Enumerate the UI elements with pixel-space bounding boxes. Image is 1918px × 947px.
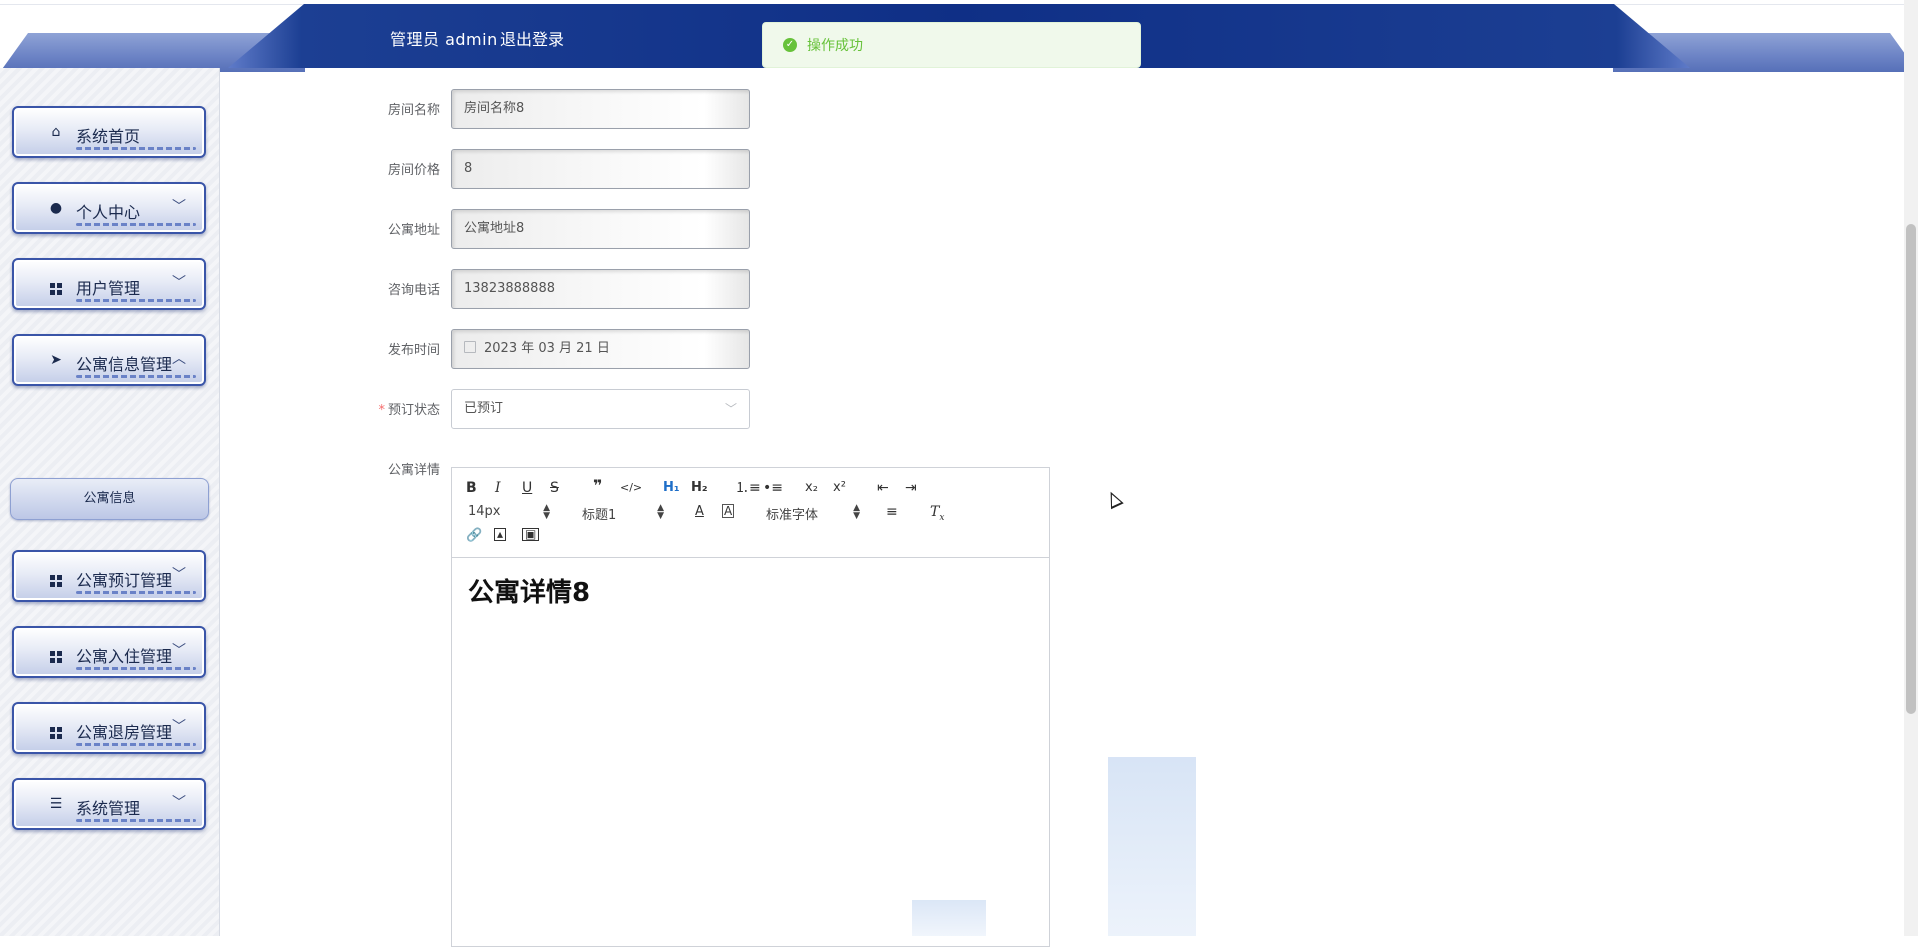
sidebar-item-profile[interactable]: ● 个人中心 ﹀: [12, 182, 206, 234]
subscript-icon[interactable]: x₂: [805, 480, 818, 496]
check-circle-icon: ✓: [783, 38, 797, 52]
font-color-icon[interactable]: A: [695, 504, 704, 520]
sidebar-item-system[interactable]: ☰ 系统管理 ﹀: [12, 778, 206, 830]
phone-label: 咨询电话: [387, 283, 440, 298]
font-size-value: 14px: [468, 504, 501, 519]
bold-icon[interactable]: B: [466, 480, 477, 496]
page-scrollbar[interactable]: [1904, 0, 1918, 936]
sidebar-item-users[interactable]: 用户管理 ﹀: [12, 258, 206, 310]
grid-icon: [48, 644, 64, 663]
booking-status-select[interactable]: 已预订 ﹀: [451, 389, 750, 429]
h2-icon[interactable]: H₂: [691, 480, 708, 496]
sidebar-item-home[interactable]: ⌂ 系统首页: [12, 106, 206, 158]
updown-icon: ▲ ▼: [657, 503, 664, 521]
toast-message: 操作成功: [807, 38, 863, 54]
sidebar-item-apartment-info[interactable]: ➤ 公寓信息管理 ︿: [12, 334, 206, 386]
sidebar-item-label: 公寓预订管理: [76, 571, 173, 590]
sidebar-item-label: 系统首页: [76, 127, 141, 146]
code-block-icon[interactable]: </>: [620, 480, 642, 496]
address-input[interactable]: 公寓地址8: [451, 209, 750, 249]
clear-format-icon[interactable]: Tx: [930, 504, 944, 526]
details-label: 公寓详情: [387, 463, 440, 478]
address-label: 公寓地址: [387, 223, 440, 238]
sidebar-item-label: 系统管理: [76, 799, 141, 818]
booking-status-value: 已预订: [464, 401, 504, 416]
sidebar-item-checkout[interactable]: 公寓退房管理 ﹀: [12, 702, 206, 754]
italic-icon[interactable]: I: [495, 480, 501, 496]
font-size-select[interactable]: 14px ▲ ▼: [468, 503, 550, 521]
image-icon[interactable]: ▴: [494, 528, 507, 541]
sidebar: ⌂ 系统首页 ● 个人中心 ﹀ 用户管理 ﹀ ➤ 公寓信息管理 ︿ 公寓信息 公…: [0, 68, 220, 936]
rich-text-editor: B I U S ❞ </> H₁ H₂ ⒈≡ •≡ x₂ x² ⇤ ⇥ 14px…: [451, 467, 1050, 947]
chevron-down-icon: ﹀: [172, 719, 186, 735]
sidebar-item-label: 用户管理: [76, 279, 141, 298]
header-user-label: 管理员 admin: [390, 30, 498, 49]
home-icon: ⌂: [51, 124, 61, 140]
grid-icon: [48, 568, 64, 587]
room-price-input[interactable]: 8: [451, 149, 750, 189]
user-icon: ●: [49, 200, 63, 216]
booking-status-label-text: 预订状态: [387, 403, 440, 418]
superscript-icon[interactable]: x²: [833, 480, 846, 496]
mouse-cursor-icon: [1104, 488, 1124, 510]
sliders-icon: ☰: [49, 796, 63, 812]
calendar-icon: [464, 341, 476, 353]
sidebar-item-label: 公寓入住管理: [76, 647, 173, 666]
heading-select[interactable]: 标题1 ▲ ▼: [582, 503, 664, 524]
phone-input[interactable]: 13823888888: [451, 269, 750, 309]
sidebar-item-label: 公寓退房管理: [76, 723, 173, 742]
submenu-item-apartment-info[interactable]: 公寓信息: [10, 478, 209, 520]
video-icon[interactable]: ▣: [522, 528, 540, 541]
chevron-down-icon: ﹀: [172, 275, 186, 291]
editor-toolbar: B I U S ❞ </> H₁ H₂ ⒈≡ •≡ x₂ x² ⇤ ⇥ 14px…: [452, 468, 1049, 558]
updown-icon: ▲ ▼: [543, 503, 550, 521]
background-building-image: [912, 900, 986, 936]
sidebar-item-checkin[interactable]: 公寓入住管理 ﹀: [12, 626, 206, 678]
updown-icon: ▲ ▼: [853, 503, 860, 521]
booking-status-label: * 预订状态: [350, 399, 440, 418]
font-family-select[interactable]: 标准字体 ▲ ▼: [766, 503, 860, 524]
underline-icon[interactable]: U: [522, 480, 532, 496]
sidebar-item-booking[interactable]: 公寓预订管理 ﹀: [12, 550, 206, 602]
required-mark: *: [378, 403, 385, 418]
blockquote-icon[interactable]: ❞: [593, 478, 602, 494]
room-name-label: 房间名称: [387, 103, 440, 118]
font-family-value: 标准字体: [766, 508, 819, 523]
chevron-down-icon: ﹀: [172, 199, 186, 215]
align-icon[interactable]: ≡: [886, 504, 898, 520]
sidebar-item-label: 个人中心: [76, 203, 141, 222]
ordered-list-icon[interactable]: ⒈≡: [735, 480, 761, 496]
h1-icon[interactable]: H₁: [663, 480, 680, 496]
send-icon: ➤: [50, 352, 62, 368]
link-icon[interactable]: 🔗: [466, 528, 482, 544]
editor-content-heading[interactable]: 公寓详情8: [468, 572, 590, 609]
grid-icon: [48, 720, 64, 739]
chevron-down-icon: ﹀: [172, 567, 186, 583]
publish-time-value: 2023 年 03 月 21 日: [484, 341, 610, 356]
grid-icon: [48, 276, 64, 295]
chevron-down-icon: ﹀: [724, 402, 737, 416]
outdent-icon[interactable]: ⇤: [877, 480, 889, 496]
scrollbar-thumb[interactable]: [1906, 224, 1916, 714]
chevron-down-icon: ﹀: [172, 643, 186, 659]
bullet-list-icon[interactable]: •≡: [763, 480, 783, 496]
chevron-down-icon: ﹀: [172, 795, 186, 811]
background-building-image: [1108, 757, 1196, 936]
success-toast: ✓ 操作成功: [762, 22, 1141, 68]
background-color-icon[interactable]: A: [722, 504, 735, 518]
sidebar-item-label: 公寓信息管理: [76, 355, 173, 374]
publish-time-datepicker[interactable]: 2023 年 03 月 21 日: [451, 329, 750, 369]
strikethrough-icon[interactable]: S: [550, 480, 559, 496]
publish-time-label: 发布时间: [387, 343, 440, 358]
chevron-up-icon: ︿: [172, 351, 186, 367]
room-price-label: 房间价格: [387, 163, 440, 178]
room-name-input[interactable]: 房间名称8: [451, 89, 750, 129]
indent-icon[interactable]: ⇥: [905, 480, 917, 496]
logout-link[interactable]: 退出登录: [500, 26, 564, 50]
heading-value: 标题1: [582, 508, 617, 523]
